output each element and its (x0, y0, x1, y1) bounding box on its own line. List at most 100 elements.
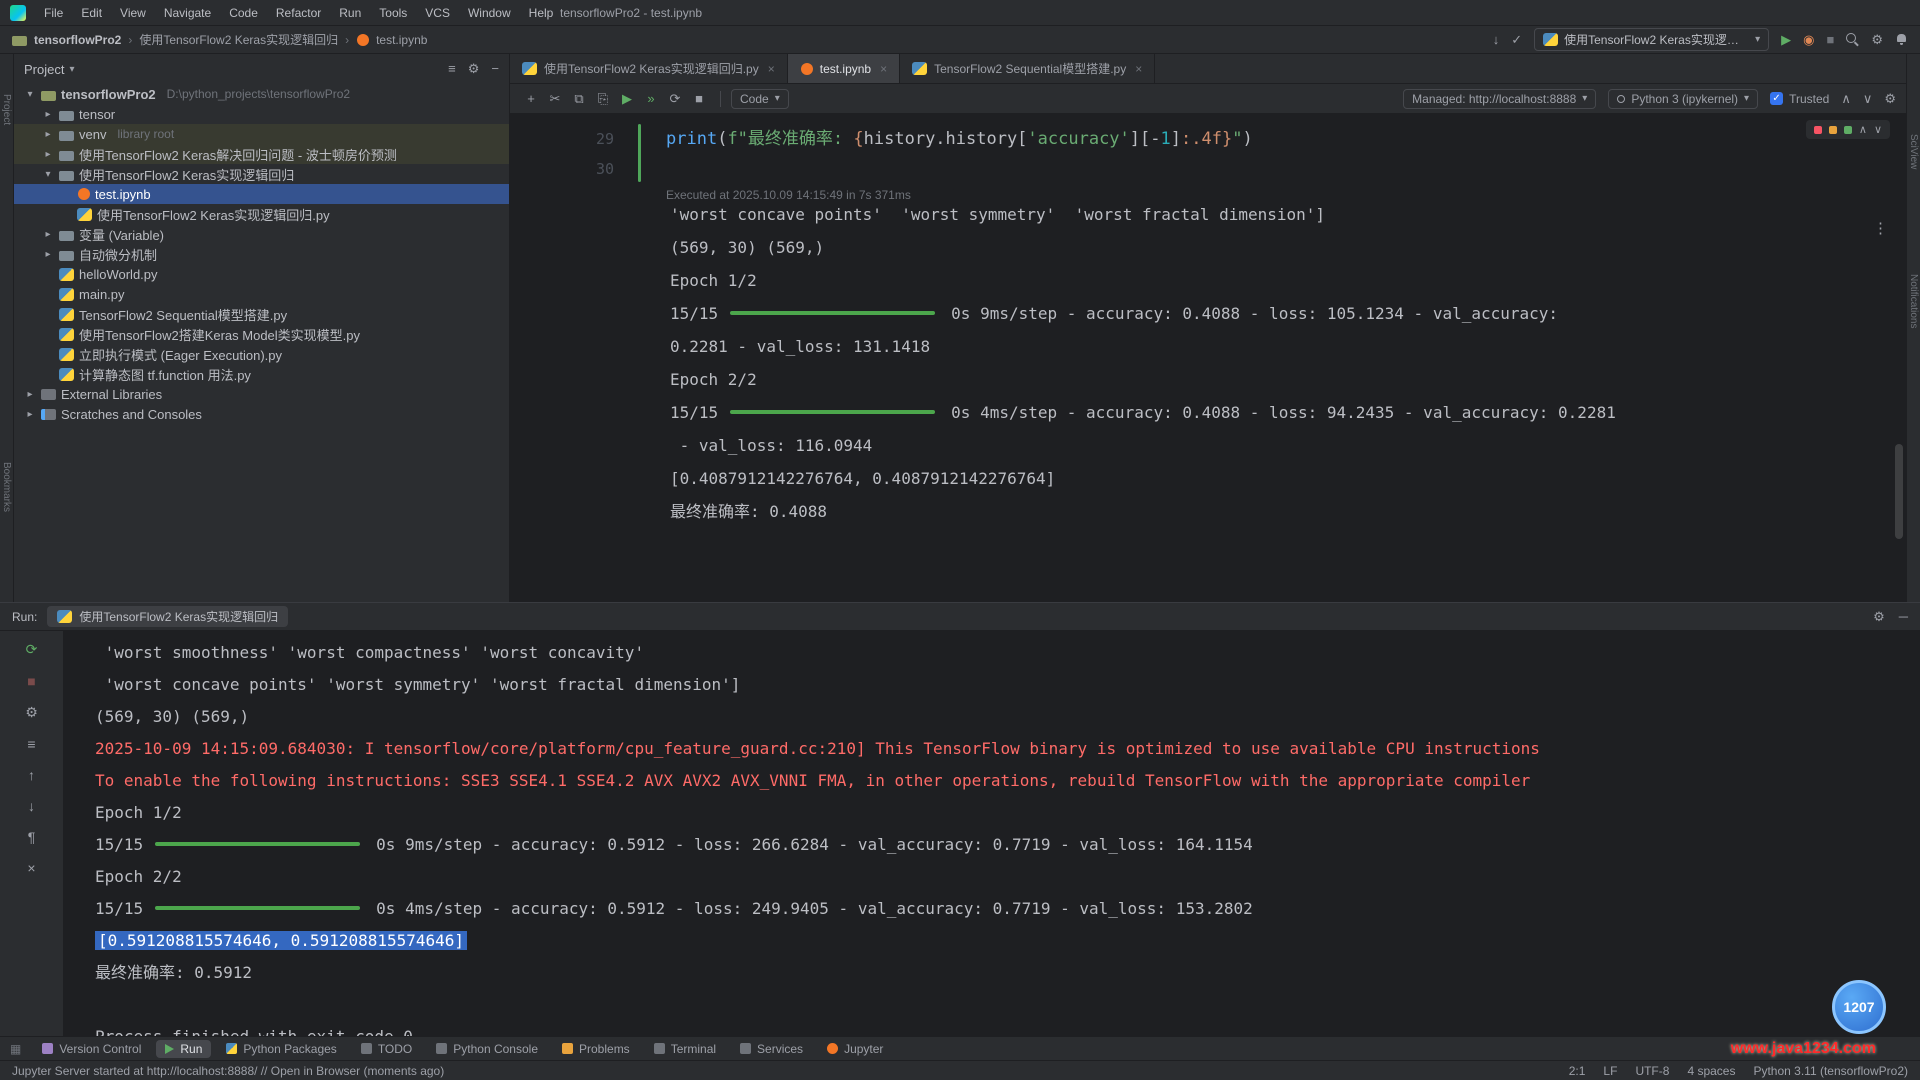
project-tree-item[interactable]: ▸venvlibrary root (14, 124, 509, 144)
run-console[interactable]: 'worst smoothness' 'worst compactness' '… (64, 631, 1920, 1036)
chevron-right-icon[interactable]: ▸ (42, 129, 54, 140)
run-all-cells-icon[interactable]: » (640, 91, 662, 106)
tab-logistic-regression-py[interactable]: 使用TensorFlow2 Keras实现逻辑回归.py × (510, 54, 788, 83)
clear-all-icon[interactable]: × (22, 860, 42, 876)
rerun-icon[interactable]: ⟳ (22, 641, 42, 658)
soft-wrap-icon[interactable]: ≡ (22, 736, 42, 752)
interrupt-kernel-icon[interactable]: ■ (688, 91, 710, 106)
minimize-icon[interactable]: ─ (1899, 609, 1908, 625)
cut-cell-icon[interactable]: ✂ (544, 91, 566, 107)
breadcrumb-file[interactable]: test.ipynb (376, 33, 427, 47)
chevron-down-icon[interactable]: ▾ (69, 64, 74, 75)
status-message[interactable]: Jupyter Server started at http://localho… (12, 1064, 444, 1078)
project-tree-item[interactable]: test.ipynb (14, 184, 509, 204)
toolwindow-switcher-icon[interactable]: ▦ (10, 1042, 21, 1056)
status-item[interactable]: 4 spaces (1687, 1064, 1735, 1078)
chevron-right-icon[interactable]: ▸ (42, 109, 54, 120)
prev-problem-icon[interactable]: ∧ (1859, 123, 1867, 136)
code-line-29[interactable]: print(f"最终准确率: {history.history['accurac… (640, 124, 1253, 154)
chevron-right-icon[interactable]: ▸ (24, 409, 36, 420)
chevron-right-icon[interactable]: ▸ (42, 149, 54, 160)
select-opened-file-icon[interactable]: ≡ (448, 61, 456, 77)
project-tree-item[interactable]: 立即执行模式 (Eager Execution).py (14, 344, 509, 364)
toolwindow-pycon-button[interactable]: Python Console (427, 1040, 547, 1058)
run-configuration-select[interactable]: 使用TensorFlow2 Keras实现逻辑回归 ▾ (1534, 28, 1769, 51)
chevron-down-icon[interactable]: ▾ (24, 89, 36, 100)
menu-code[interactable]: Code (221, 3, 266, 23)
stripe-bookmarks-label[interactable]: Bookmarks (1, 462, 12, 512)
copy-cell-icon[interactable]: ⧉ (568, 91, 590, 107)
breadcrumb-folder[interactable]: 使用TensorFlow2 Keras实现逻辑回归 (139, 31, 338, 48)
chevron-right-icon[interactable]: ▸ (42, 229, 54, 240)
close-icon[interactable]: × (880, 62, 887, 76)
project-tree-item[interactable]: 使用TensorFlow2 Keras实现逻辑回归.py (14, 204, 509, 224)
toolwindow-terminal-button[interactable]: Terminal (645, 1040, 725, 1058)
status-item[interactable]: LF (1603, 1064, 1617, 1078)
menu-file[interactable]: File (36, 3, 71, 23)
project-tree-item[interactable]: 使用TensorFlow2搭建Keras Model类实现模型.py (14, 324, 509, 344)
selected-text[interactable]: [0.591208815574646, 0.591208815574646] (95, 931, 467, 950)
toolwindow-run-button[interactable]: Run (156, 1040, 211, 1058)
jupyter-server-select[interactable]: Managed: http://localhost:8888 ▾ (1403, 89, 1596, 109)
stripe-notifications-label[interactable]: Notifications (1908, 274, 1919, 328)
status-item[interactable]: Python 3.11 (tensorflowPro2) (1753, 1064, 1908, 1078)
project-tree-item[interactable]: main.py (14, 284, 509, 304)
scroll-up-icon[interactable]: ∧ (1841, 91, 1851, 107)
project-tree-item[interactable]: ▸Scratches and Consoles (14, 404, 509, 424)
project-tree-item[interactable]: ▾使用TensorFlow2 Keras实现逻辑回归 (14, 164, 509, 184)
notifications-bell-icon[interactable] (1895, 33, 1908, 46)
toolwindow-pkg-button[interactable]: Python Packages (217, 1040, 345, 1058)
tab-sequential-py[interactable]: TensorFlow2 Sequential模型搭建.py × (900, 54, 1155, 83)
close-icon[interactable]: × (1135, 62, 1142, 76)
run-cell-icon[interactable]: ▶ (616, 91, 638, 107)
project-tree-item[interactable]: ▾tensorflowPro2D:\python_projects\tensor… (14, 84, 509, 104)
menu-tools[interactable]: Tools (371, 3, 415, 23)
toolwindow-problems-button[interactable]: Problems (553, 1040, 639, 1058)
menu-view[interactable]: View (112, 3, 154, 23)
chevron-right-icon[interactable]: ▸ (42, 249, 54, 260)
inspections-widget[interactable]: ∧ ∨ (1806, 120, 1890, 139)
scroll-up-icon[interactable]: ↑ (22, 767, 42, 783)
next-problem-icon[interactable]: ∨ (1874, 123, 1882, 136)
project-tree-item[interactable]: ▸自动微分机制 (14, 244, 509, 264)
scroll-down-icon[interactable]: ∨ (1863, 91, 1873, 107)
chevron-right-icon[interactable]: ▸ (24, 389, 36, 400)
settings-gear-icon[interactable]: ⚙ (22, 704, 42, 721)
stripe-project-label[interactable]: Project (1, 94, 12, 125)
editor-scrollbar[interactable] (1895, 444, 1903, 539)
breadcrumb-project[interactable]: tensorflowPro2 (34, 33, 121, 47)
run-button[interactable]: ▶ (1781, 32, 1791, 48)
status-item[interactable]: UTF-8 (1635, 1064, 1669, 1078)
restart-kernel-icon[interactable]: ⟳ (664, 91, 686, 107)
project-tree-item[interactable]: helloWorld.py (14, 264, 509, 284)
project-panel-title[interactable]: Project (24, 62, 64, 77)
status-item[interactable]: 2:1 (1569, 1064, 1586, 1078)
print-icon[interactable]: ¶ (22, 829, 42, 845)
close-icon[interactable]: × (768, 62, 775, 76)
commit-icon[interactable]: ✓ (1511, 32, 1522, 48)
project-tree-item[interactable]: ▸使用TensorFlow2 Keras解决回归问题 - 波士顿房价预测 (14, 144, 509, 164)
code-line-30[interactable] (640, 154, 666, 184)
kernel-select[interactable]: Python 3 (ipykernel) ▾ (1608, 89, 1758, 109)
settings-gear-icon[interactable]: ⚙ (1884, 91, 1896, 107)
output-options-kebab-icon[interactable]: ⋮ (1873, 212, 1888, 245)
menu-refactor[interactable]: Refactor (268, 3, 329, 23)
menu-run[interactable]: Run (331, 3, 369, 23)
cell-output[interactable]: ⋮ 'worst concave points' 'worst symmetry… (510, 208, 1906, 602)
stop-icon[interactable]: ■ (22, 673, 42, 689)
tab-test-ipynb[interactable]: test.ipynb × (788, 54, 900, 83)
chevron-down-icon[interactable]: ▾ (42, 169, 54, 180)
project-tree-item[interactable]: 计算静态图 tf.function 用法.py (14, 364, 509, 384)
toolwindow-vcs-button[interactable]: Version Control (33, 1040, 150, 1058)
settings-gear-icon[interactable]: ⚙ (468, 61, 480, 77)
paste-cell-icon[interactable]: ⎘ (592, 91, 614, 107)
menu-edit[interactable]: Edit (73, 3, 110, 23)
menu-window[interactable]: Window (460, 3, 519, 23)
toolwindow-jupyter-button[interactable]: Jupyter (818, 1040, 892, 1058)
project-tree-item[interactable]: ▸变量 (Variable) (14, 224, 509, 244)
stripe-sciview-label[interactable]: SciView (1908, 134, 1919, 169)
project-tree-item[interactable]: ▸External Libraries (14, 384, 509, 404)
project-tree-item[interactable]: ▸tensor (14, 104, 509, 124)
project-tree-item[interactable]: TensorFlow2 Sequential模型搭建.py (14, 304, 509, 324)
menu-vcs[interactable]: VCS (417, 3, 458, 23)
